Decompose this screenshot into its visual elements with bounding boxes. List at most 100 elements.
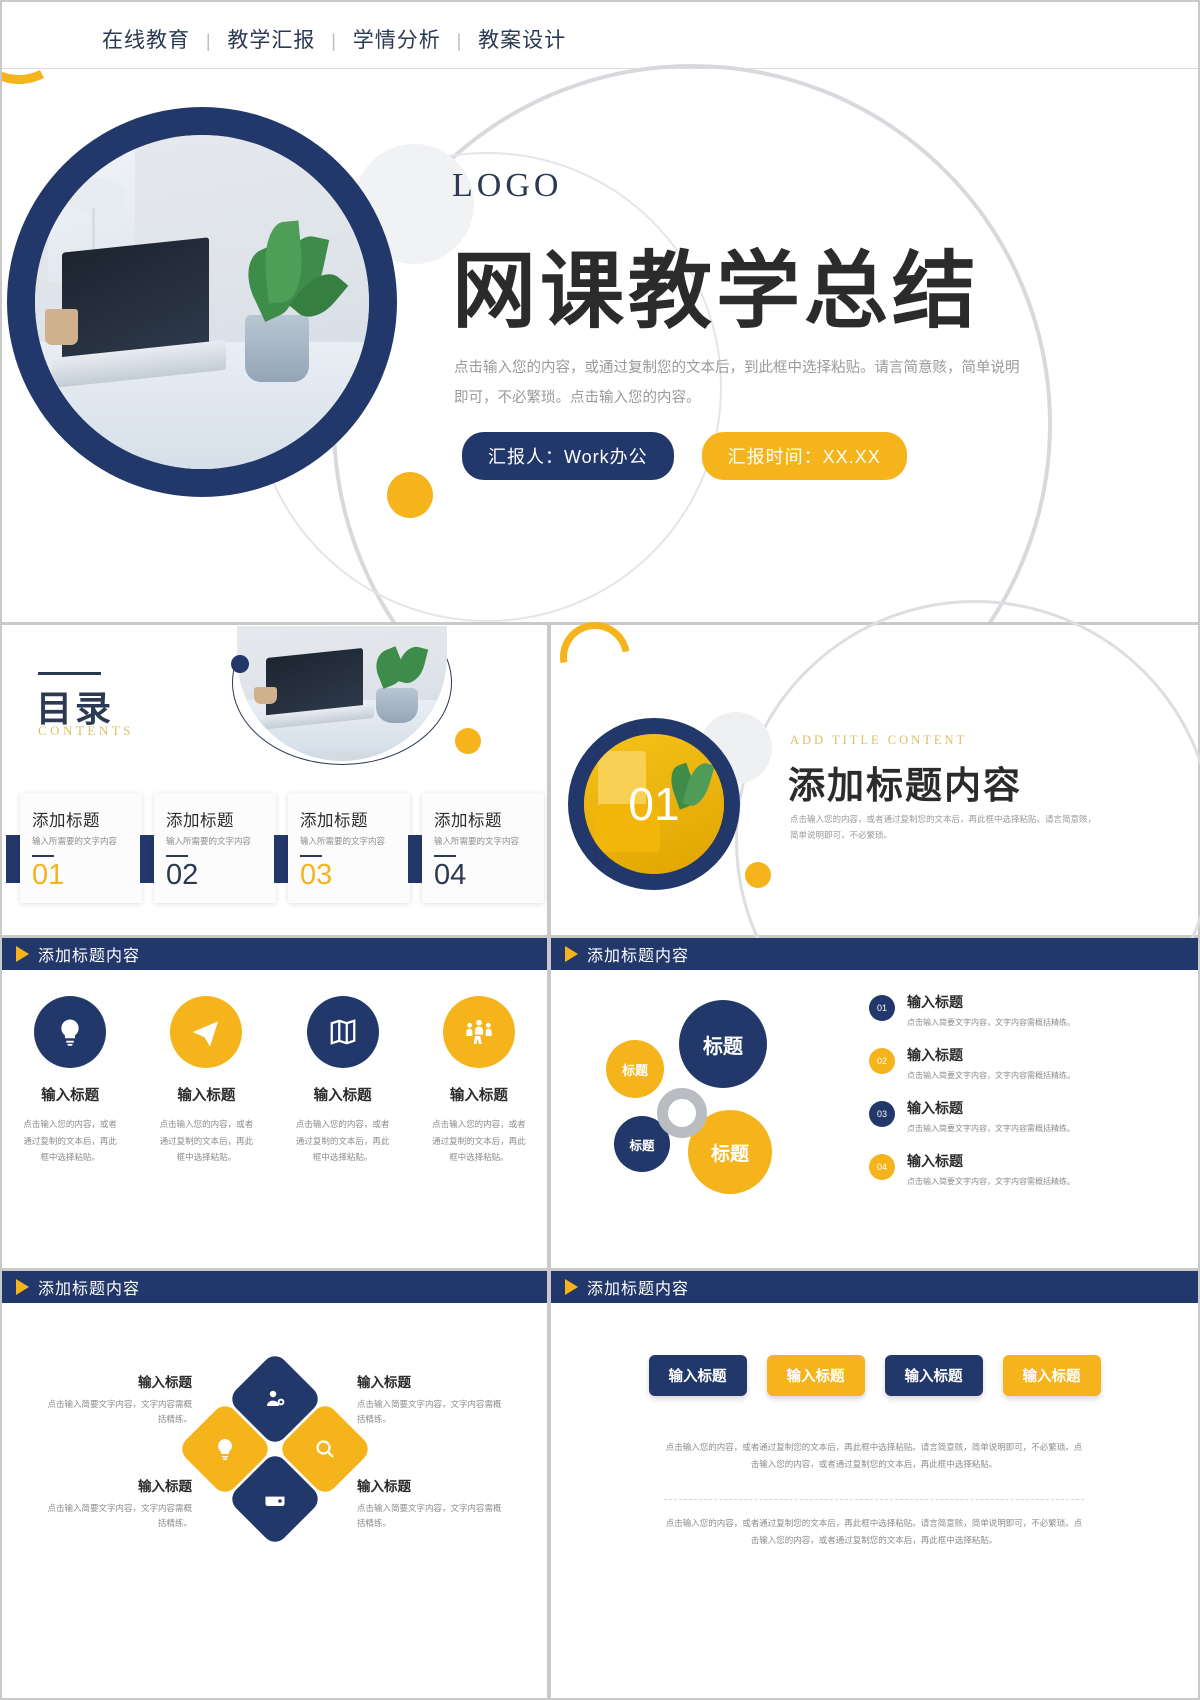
pills-paragraph-two: 点击输入您的内容，或者通过复制您的文本后，再此框中选择粘贴。请言简意赅，简单说明…: [665, 1518, 1083, 1545]
list-item[interactable]: 04 输入标题 点击输入简要文字内容，文字内容需概括精练。: [869, 1151, 1075, 1187]
list-item[interactable]: 输入标题 点击输入简要文字内容，文字内容需概括精练。: [357, 1371, 507, 1427]
card-number: 03: [300, 859, 333, 891]
nav-item-2[interactable]: 学情分析: [353, 29, 441, 52]
card-number: 01: [32, 859, 65, 891]
header-divider: [2, 68, 1198, 69]
list-item[interactable]: 输入标题 点击输入您的内容，或者通过复制的文本后，再此框中选择粘贴。: [283, 996, 403, 1166]
row-title: 输入标题: [907, 1047, 963, 1063]
row-desc: 点击输入简要文字内容，文字内容需概括精练。: [907, 1018, 1075, 1027]
presenter-badge[interactable]: 汇报人：Work办公: [462, 432, 674, 480]
gold-dot-contents: [455, 728, 481, 754]
row-number-badge: 04: [869, 1154, 895, 1180]
list-item[interactable]: 03 输入标题 点击输入简要文字内容，文字内容需概括精练。: [869, 1098, 1075, 1134]
bubble-label: 标题: [703, 1035, 743, 1058]
icon-feature-list: 输入标题 点击输入您的内容，或者通过复制的文本后，再此框中选择粘贴。 输入标题 …: [2, 996, 547, 1166]
card-number: 02: [166, 859, 199, 891]
nav-item-3[interactable]: 教案设计: [478, 29, 566, 52]
card-title: 添加标题: [434, 812, 502, 830]
bubble-large-navy[interactable]: 标题: [679, 1000, 767, 1088]
pill-button[interactable]: 输入标题: [1002, 1355, 1101, 1396]
grey-ring-bubble: [657, 1088, 707, 1138]
diamond-title: 输入标题: [357, 1375, 411, 1390]
play-triangle-icon: [16, 946, 29, 962]
row-number-badge: 03: [869, 1101, 895, 1127]
row-number-badge: 02: [869, 1048, 895, 1074]
diamond-cluster: [176, 1350, 374, 1548]
nav-item-0[interactable]: 在线教育: [102, 29, 190, 52]
pill-button-row: 输入标题 输入标题 输入标题 输入标题: [551, 1355, 1198, 1396]
card-title: 添加标题: [32, 812, 100, 830]
section-bar-icons: 添加标题内容: [2, 938, 547, 970]
play-triangle-icon: [565, 1279, 578, 1295]
icon-desc: 点击输入您的内容，或者通过复制的文本后，再此框中选择粘贴。: [159, 1119, 254, 1163]
pills-paragraph-one: 点击输入您的内容，或者通过复制您的文本后，再此框中选择粘贴。请言简意赅，简单说明…: [665, 1442, 1083, 1469]
list-item[interactable]: 添加标题 输入所需要的文字内容 03: [274, 793, 410, 903]
card-rule: [32, 855, 54, 857]
section-photo: 01: [584, 734, 724, 874]
slide-diamonds: 添加标题内容 输入标题 点击输入简要文字内容，文字内容需概括精练。 输入标题 点…: [2, 1271, 547, 1698]
slide-deck-preview: 在线教育 | 教学汇报 | 学情分析 | 教案设计 LOGO 网课教学总结 点击…: [0, 0, 1200, 1700]
map-icon: [306, 996, 379, 1068]
gold-dot-decoration: [387, 472, 433, 518]
card-rule: [300, 855, 322, 857]
logo-text: LOGO: [452, 167, 563, 204]
play-triangle-icon: [16, 1279, 29, 1295]
nav-item-1[interactable]: 教学汇报: [227, 29, 315, 52]
list-item[interactable]: 输入标题 点击输入简要文字内容，文字内容需概括精练。: [42, 1475, 192, 1531]
bubble-label: 标题: [629, 1138, 655, 1153]
list-item[interactable]: 输入标题 点击输入您的内容，或者通过复制的文本后，再此框中选择粘贴。: [146, 996, 266, 1166]
section-bar-bubbles: 添加标题内容: [551, 938, 1198, 970]
list-item[interactable]: 输入标题 点击输入简要文字内容，文字内容需概括精练。: [357, 1475, 507, 1531]
list-item[interactable]: 添加标题 输入所需要的文字内容 02: [140, 793, 276, 903]
section-bar-pills: 添加标题内容: [551, 1271, 1198, 1303]
diamond-title: 输入标题: [357, 1479, 411, 1494]
section-bar-label: 添加标题内容: [38, 948, 141, 965]
contents-title-rule: [38, 672, 101, 675]
icon-desc: 点击输入您的内容，或者通过复制的文本后，再此框中选择粘贴。: [432, 1119, 526, 1163]
diamond-desc: 点击输入简要文字内容，文字内容需概括精练。: [47, 1503, 192, 1528]
card-rule: [434, 855, 456, 857]
group-people-icon: [442, 996, 515, 1068]
bubble-row-list: 01 输入标题 点击输入简要文字内容，文字内容需概括精练。 02 输入标题 点击…: [869, 992, 1075, 1204]
icon-title: 输入标题: [177, 1088, 236, 1104]
cover-nav: 在线教育 | 教学汇报 | 学情分析 | 教案设计: [102, 24, 566, 54]
nav-separator-1: |: [331, 31, 337, 51]
cover-badges: 汇报人：Work办公 汇报时间：XX.XX: [462, 432, 907, 480]
row-desc: 点击输入简要文字内容，文字内容需概括精练。: [907, 1124, 1075, 1133]
diamond-desc: 点击输入简要文字内容，文字内容需概括精练。: [357, 1503, 502, 1528]
lightbulb-icon: [34, 996, 107, 1068]
cover-photo-frame: [7, 107, 397, 497]
diamond-title: 输入标题: [138, 1479, 192, 1494]
list-item[interactable]: 01 输入标题 点击输入简要文字内容，文字内容需概括精练。: [869, 992, 1075, 1028]
list-item[interactable]: 输入标题 点击输入您的内容，或者通过复制的文本后，再此框中选择粘贴。: [10, 996, 130, 1166]
section-eyebrow: ADD TITLE CONTENT: [790, 733, 968, 747]
card-title: 添加标题: [166, 812, 234, 830]
bubble-small-gold[interactable]: 标题: [606, 1040, 664, 1098]
pill-button[interactable]: 输入标题: [766, 1355, 865, 1396]
row-title: 输入标题: [907, 1153, 963, 1169]
card-desc: 输入所需要的文字内容: [32, 836, 118, 846]
report-time-badge[interactable]: 汇报时间：XX.XX: [701, 432, 907, 480]
slide-pills: 添加标题内容 输入标题 输入标题 输入标题 输入标题 点击输入您的内容，或者通过…: [551, 1271, 1198, 1698]
nav-separator-2: |: [456, 31, 463, 51]
list-item[interactable]: 02 输入标题 点击输入简要文字内容，文字内容需概括精练。: [869, 1045, 1075, 1081]
row-desc: 点击输入简要文字内容，文字内容需概括精练。: [907, 1177, 1075, 1186]
section-body: 点击输入您的内容，或者通过复制您的文本后，再此框中选择粘贴。请言简意赅，简单说明…: [790, 814, 1097, 840]
card-desc: 输入所需要的文字内容: [300, 836, 386, 846]
card-rule: [166, 855, 188, 857]
pill-button[interactable]: 输入标题: [884, 1355, 983, 1396]
pill-button[interactable]: 输入标题: [648, 1355, 747, 1396]
slide-bubbles: 添加标题内容 标题 标题 标题 标题 01 输入标题 点击输入简要文字内容，文字…: [551, 938, 1198, 1268]
navy-dot-decoration: [231, 655, 249, 673]
cover-photo: [35, 135, 369, 469]
list-item[interactable]: 输入标题 点击输入简要文字内容，文字内容需概括精练。: [42, 1371, 192, 1427]
gold-dot-section: [745, 862, 771, 888]
list-item[interactable]: 添加标题 输入所需要的文字内容 04: [408, 793, 544, 903]
list-item[interactable]: 输入标题 点击输入您的内容，或者通过复制的文本后，再此框中选择粘贴。: [419, 996, 539, 1166]
section-number-frame: 01: [568, 718, 740, 890]
row-number-badge: 01: [869, 995, 895, 1021]
page-title: 网课教学总结: [452, 244, 981, 338]
section-bar-diamonds: 添加标题内容: [2, 1271, 547, 1303]
list-item[interactable]: 添加标题 输入所需要的文字内容 01: [6, 793, 142, 903]
card-desc: 输入所需要的文字内容: [166, 836, 252, 846]
